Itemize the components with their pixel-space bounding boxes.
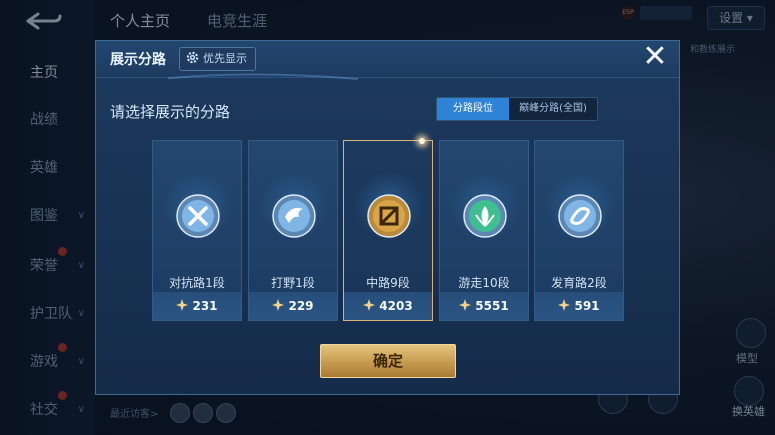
selection-sparkle (419, 138, 425, 144)
lane-points: 229 (249, 292, 337, 320)
confirm-button[interactable]: 确定 (320, 344, 456, 378)
dialog-title: 展示分路 (110, 52, 166, 68)
lane-card[interactable]: 中路9段 4203 (343, 138, 433, 321)
close-icon[interactable]: ✕ (641, 42, 669, 72)
points-star-icon (459, 299, 472, 311)
lane-points-value: 229 (288, 299, 314, 313)
mid-lane-icon (367, 194, 411, 238)
lane-tab-switcher: 分路段位 巅峰分路(全国) (436, 97, 598, 121)
lane-name: 中路9段 (366, 276, 410, 290)
lane-card[interactable]: 游走10段 5551 (439, 140, 529, 321)
lane-name: 打野1段 (271, 276, 315, 290)
lane-name: 游走10段 (458, 276, 510, 290)
lane-points: 5551 (440, 292, 528, 320)
lane-points: 231 (153, 292, 241, 320)
lane-points-value: 231 (192, 299, 218, 313)
select-lane-prompt: 请选择展示的分路 (110, 103, 231, 121)
lane-points: 4203 (344, 292, 432, 320)
lane-points-value: 591 (574, 299, 600, 313)
lane-card[interactable]: 对抗路1段 231 (152, 140, 242, 321)
tab-lane-rank[interactable]: 分路段位 (437, 98, 509, 120)
farm-lane-icon (558, 194, 602, 238)
lane-points-value: 4203 (379, 299, 413, 313)
points-star-icon (363, 299, 376, 311)
lane-points-value: 5551 (475, 299, 509, 313)
roam-icon (463, 194, 507, 238)
lane-name: 发育路2段 (551, 276, 607, 290)
lane-name: 对抗路1段 (169, 276, 225, 290)
points-star-icon (176, 299, 189, 311)
gear-icon (186, 51, 199, 64)
lane-points: 591 (535, 292, 623, 320)
dialog-header: 展示分路 优先显示 ✕ (96, 41, 679, 80)
priority-display-button[interactable]: 优先显示 (179, 47, 256, 71)
lane-card[interactable]: 打野1段 229 (248, 140, 338, 321)
points-star-icon (558, 299, 571, 311)
priority-display-label: 优先显示 (203, 52, 247, 65)
lane-card[interactable]: 发育路2段 591 (534, 140, 624, 321)
points-star-icon (272, 299, 285, 311)
lane-display-dialog: 展示分路 优先显示 ✕ 请选择展示的分路 分路段位 巅峰分路(全国) 对抗路1段… (95, 40, 680, 395)
clash-lane-icon (176, 194, 220, 238)
jungle-icon (272, 194, 316, 238)
tab-peak-lane-national[interactable]: 巅峰分路(全国) (509, 98, 597, 120)
